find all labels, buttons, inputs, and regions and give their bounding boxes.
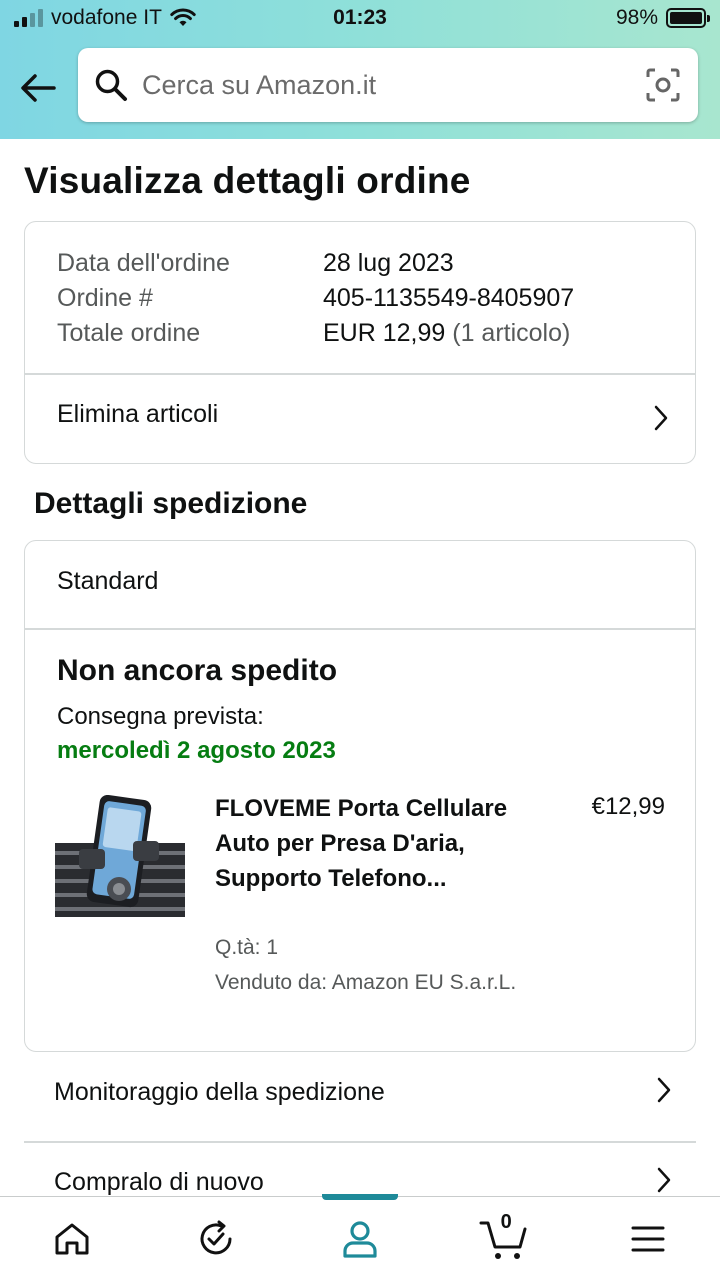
order-date-value: 28 lug 2023 [323,249,454,277]
chevron-right-icon [654,405,668,431]
order-summary-card: Data dell'ordine 28 lug 2023 Ordine # 40… [24,221,696,464]
nav-home[interactable] [22,1197,122,1280]
product-seller: Venduto da: Amazon EU S.a.r.L. [215,971,517,994]
track-shipment-row[interactable]: Monitoraggio della spedizione [24,1052,696,1140]
delete-items-label: Elimina articoli [57,400,219,428]
nav-account[interactable] [310,1197,410,1280]
nav-inspire[interactable] [166,1197,266,1280]
shipment-card: Standard Non ancora spedito Consegna pre… [24,540,696,1052]
bottom-nav-bar: 0 [0,1194,720,1280]
user-icon [343,1221,377,1258]
search-icon [95,69,127,101]
status-bar: vodafone IT 01:23 98% [0,0,720,36]
product-price: €12,99 [591,793,665,820]
battery-icon [666,8,710,28]
search-bar[interactable] [78,48,698,122]
home-icon [55,1223,89,1255]
order-number-value: 405-1135549-8405907 [323,284,575,312]
track-shipment-label: Monitoraggio della spedizione [54,1078,385,1106]
product-image[interactable] [55,794,185,921]
delivery-label: Consegna prevista: [57,703,264,730]
shipping-method: Standard [57,567,159,595]
order-item-count: (1 articolo) [452,319,571,347]
order-date-label: Data dell'ordine [57,249,230,277]
product-quantity: Q.tà: 1 [215,936,279,959]
shipping-section-title: Dettagli spedizione [34,487,308,520]
phone-mount-image [55,794,185,921]
delivery-date: mercoledì 2 agosto 2023 [57,737,336,764]
order-total-value: EUR 12,99 [323,319,446,347]
camera-search-icon[interactable] [646,68,680,102]
battery-percent: 98% [615,6,658,29]
cart-count: 0 [500,1211,512,1233]
buy-again-label: Compralo di nuovo [54,1168,264,1196]
clock: 01:23 [333,6,387,29]
nav-cart[interactable]: 0 [454,1197,554,1280]
delete-items-row[interactable]: Elimina articoli [25,374,695,463]
hamburger-menu-icon [631,1226,665,1252]
back-button[interactable] [18,68,58,108]
chevron-right-icon [657,1167,671,1193]
status-right: 98% [615,6,710,30]
chevron-right-icon [657,1077,671,1103]
order-total-value-wrap: EUR 12,99 (1 articolo) [323,319,570,348]
app-header: vodafone IT 01:23 98% [0,0,720,139]
divider [25,628,695,630]
arrow-left-icon [21,74,56,102]
shipment-status: Non ancora spedito [57,654,338,687]
order-number-label: Ordine # [57,284,153,312]
refresh-check-icon [200,1220,232,1255]
product-title[interactable]: FLOVEME Porta Cellulare Auto per Presa D… [215,791,525,896]
page-title: Visualizza dettagli ordine [24,160,471,201]
search-input[interactable] [142,64,622,106]
order-total-label: Totale ordine [57,319,201,347]
nav-menu[interactable] [598,1197,698,1280]
